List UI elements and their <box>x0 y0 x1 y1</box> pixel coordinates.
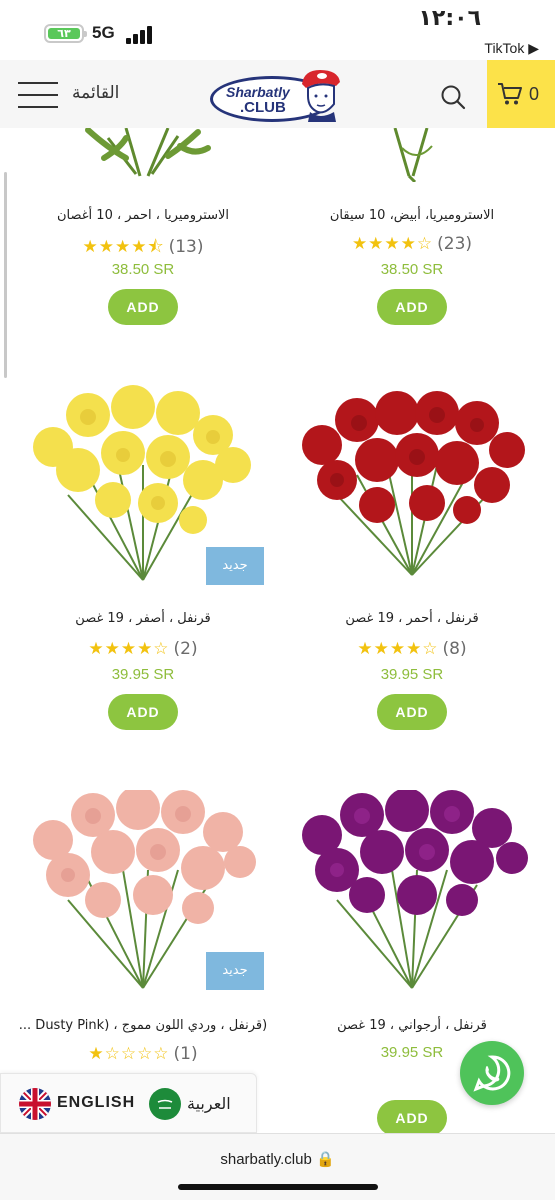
product-title[interactable]: الاستروميريا ، احمر ، 10 أغصان <box>8 208 278 223</box>
new-badge: جديد <box>206 547 264 585</box>
product-price: 38.50 SR <box>111 261 175 278</box>
product-image[interactable] <box>277 385 547 585</box>
product-rating: ★☆☆☆☆ (1) <box>8 1044 278 1064</box>
arabic-option[interactable]: العربية <box>187 1094 231 1113</box>
product-title[interactable]: قرنفل ، أحمر ، 19 غصن <box>277 611 547 626</box>
language-switcher: ENGLISH العربية <box>0 1073 257 1133</box>
add-to-cart-button[interactable]: ADD <box>377 289 447 325</box>
product-title[interactable]: ... Dusty Pink) ، قرنفل ، وردي اللون ممو… <box>8 1018 278 1033</box>
product-price: 39.95 SR <box>380 666 444 683</box>
product-price: 38.50 SR <box>380 261 444 278</box>
product-price: 39.95 SR <box>111 666 175 683</box>
product-title[interactable]: قرنفل ، أرجواني ، 19 غصن <box>277 1018 547 1033</box>
product-rating: ★★★★☆ (8) <box>277 639 547 659</box>
uk-flag-icon[interactable] <box>19 1088 51 1120</box>
product-title[interactable]: الاستروميريا، أبيض، 10 سيقان <box>277 208 547 223</box>
product-image[interactable] <box>277 790 547 990</box>
saudi-flag-icon[interactable] <box>149 1088 181 1120</box>
url-text[interactable]: sharbatly.club 🔒 <box>0 1150 555 1168</box>
status-bar: ٦٣ 5G ١٢:٠٦ TikTok ▶ <box>0 0 555 60</box>
hamburger-menu-icon[interactable] <box>18 82 58 108</box>
product-rating: ★★★★☆ (2) <box>8 639 278 659</box>
add-to-cart-button[interactable]: ADD <box>108 289 178 325</box>
product-rating: ★★★★⯪ (13) <box>8 234 278 263</box>
product-rating: ★★★★☆ (23) <box>277 234 547 254</box>
rating-count: (1) <box>173 1044 198 1064</box>
site-logo[interactable]: Sharbatly .CLUB <box>210 66 344 124</box>
rating-count: (8) <box>442 639 467 659</box>
rating-count: (23) <box>437 234 473 254</box>
rating-stars: ★★★★☆ <box>351 234 434 254</box>
signal-icon <box>126 24 156 44</box>
home-indicator[interactable] <box>178 1184 378 1190</box>
cart-count: 0 <box>529 84 540 104</box>
whatsapp-icon <box>473 1055 511 1092</box>
network-type: 5G <box>92 23 115 42</box>
english-option[interactable]: ENGLISH <box>57 1094 135 1112</box>
rating-stars: ★☆☆☆☆ <box>88 1044 170 1064</box>
battery-level: ٦٣ <box>48 28 80 39</box>
cart-button[interactable]: 0 <box>487 60 555 128</box>
mascot-icon <box>302 70 340 122</box>
new-badge: جديد <box>206 952 264 990</box>
rating-stars: ★★★★☆ <box>357 639 439 659</box>
rating-stars: ★★★★☆ <box>88 639 170 659</box>
rating-stars: ★★★★⯪ <box>82 237 165 257</box>
menu-label[interactable]: القائمة <box>72 83 119 103</box>
product-image[interactable] <box>277 128 547 182</box>
rating-count: (13) <box>168 237 204 257</box>
add-to-cart-button[interactable]: ADD <box>377 694 447 730</box>
search-icon[interactable] <box>440 84 466 110</box>
battery-icon: ٦٣ <box>44 24 87 43</box>
scrollbar[interactable] <box>4 172 7 378</box>
status-time: ١٢:٠٦ <box>418 6 481 31</box>
whatsapp-button[interactable] <box>460 1041 524 1105</box>
add-to-cart-button[interactable]: ADD <box>108 694 178 730</box>
rating-count: (2) <box>173 639 198 659</box>
cart-icon <box>498 83 522 105</box>
back-to-app-link[interactable]: TikTok ▶ <box>484 40 539 57</box>
site-header: القائمة Sharbatly .CLUB 0 <box>0 60 555 128</box>
add-to-cart-button[interactable]: ADD <box>377 1100 447 1136</box>
product-image[interactable] <box>8 128 278 182</box>
product-title[interactable]: قرنفل ، أصفر ، 19 غصن <box>8 611 278 626</box>
